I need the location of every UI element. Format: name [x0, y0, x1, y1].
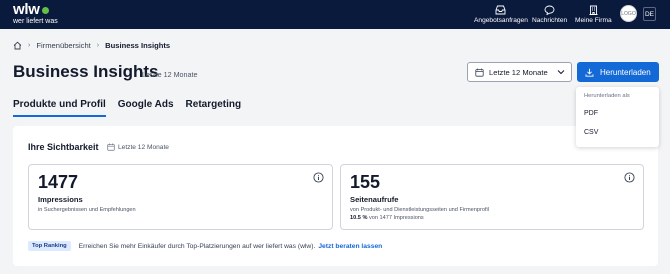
page-period: Letzte 12 Monate — [142, 70, 198, 79]
download-button[interactable]: Herunterladen — [577, 62, 659, 82]
download-icon — [585, 68, 594, 77]
download-option-csv[interactable]: CSV — [584, 129, 598, 136]
calendar-icon — [107, 143, 115, 151]
page-views-label: Seitenaufrufe — [350, 195, 399, 204]
tab-google-ads[interactable]: Google Ads — [118, 99, 174, 117]
download-menu-heading: Herunterladen als — [584, 93, 630, 99]
breadcrumb-separator: › — [96, 42, 100, 49]
nav-requests[interactable]: Angebotsanfragen — [474, 5, 528, 24]
logo-tagline: wer liefert was — [13, 18, 58, 25]
page-views-description: von Produkt- und Dienstleistungsseiten u… — [350, 207, 489, 213]
tab-products-profile[interactable]: Produkte und Profil — [13, 99, 106, 117]
breadcrumb: › Firmenübersicht › Business Insights — [13, 41, 170, 50]
download-button-label: Herunterladen — [600, 67, 651, 77]
visibility-title: Ihre Sichtbarkeit — [28, 142, 99, 152]
language-switcher[interactable]: DE — [643, 7, 656, 21]
visibility-period: Letzte 12 Monate — [107, 143, 169, 151]
calendar-icon — [475, 68, 484, 77]
wlw-logo[interactable]: wlw wer liefert was — [13, 1, 58, 26]
inbox-icon — [496, 5, 506, 15]
page-views-share: 10.5 % von 1477 Impressions — [350, 215, 424, 221]
consultation-link[interactable]: Jetzt beraten lassen — [318, 243, 382, 250]
breadcrumb-company-overview[interactable]: Firmenübersicht — [36, 41, 90, 50]
page-views-share-text: von 1477 Impressions — [368, 215, 424, 221]
tab-retargeting[interactable]: Retargeting — [186, 99, 242, 117]
logo-dot-icon — [41, 6, 49, 14]
language-code: DE — [644, 10, 655, 18]
breadcrumb-current: Business Insights — [105, 41, 171, 50]
nav-messages[interactable]: Nachrichten — [532, 5, 567, 24]
visibility-period-text: Letzte 12 Monate — [118, 143, 169, 151]
nav-messages-label: Nachrichten — [532, 17, 568, 24]
date-range-value: Letzte 12 Monate — [489, 67, 548, 77]
impressions-description: in Suchergebnissen und Empfehlungen — [38, 207, 136, 213]
top-ranking-tip: Top Ranking Erreichen Sie mehr Einkäufer… — [28, 241, 382, 251]
breadcrumb-separator: › — [28, 42, 31, 49]
chevron-down-icon — [557, 70, 565, 75]
logo-wordmark: wlw — [13, 1, 40, 18]
page-views-share-value: 10.5 % — [350, 215, 368, 221]
impressions-value: 1477 — [38, 172, 79, 192]
building-icon — [589, 5, 598, 15]
page-title: Business Insights — [13, 62, 159, 81]
info-icon[interactable] — [624, 172, 635, 183]
info-icon[interactable] — [313, 172, 324, 183]
visibility-card: Ihre Sichtbarkeit Letzte 12 Monate 1477 … — [13, 126, 658, 266]
home-icon[interactable] — [13, 41, 22, 50]
top-ranking-badge: Top Ranking — [28, 241, 71, 251]
date-range-select[interactable]: Letzte 12 Monate — [467, 62, 572, 82]
impressions-label: Impressions — [38, 195, 83, 204]
nav-my-company-label: Meine Firma — [575, 17, 612, 24]
page-views-value: 155 — [350, 172, 381, 192]
page-views-card: 155 Seitenaufrufe von Produkt- und Diens… — [340, 164, 644, 230]
top-ranking-text: Erreichen Sie mehr Einkäufer durch Top-P… — [78, 242, 316, 250]
avatar-text: LOGO — [621, 10, 636, 17]
nav-my-company[interactable]: Meine Firma — [575, 5, 612, 24]
top-navigation-bar: wlw wer liefert was Angebotsanfragen Nac… — [0, 0, 670, 29]
impressions-card: 1477 Impressions in Suchergebnissen und … — [28, 164, 333, 230]
company-avatar[interactable]: LOGO — [620, 5, 637, 22]
insights-tabs: Produkte und Profil Google Ads Retargeti… — [13, 99, 253, 117]
nav-requests-label: Angebotsanfragen — [474, 17, 528, 24]
download-option-pdf[interactable]: PDF — [584, 110, 598, 117]
download-menu: Herunterladen als PDF CSV — [576, 87, 659, 147]
chat-icon — [544, 5, 555, 15]
